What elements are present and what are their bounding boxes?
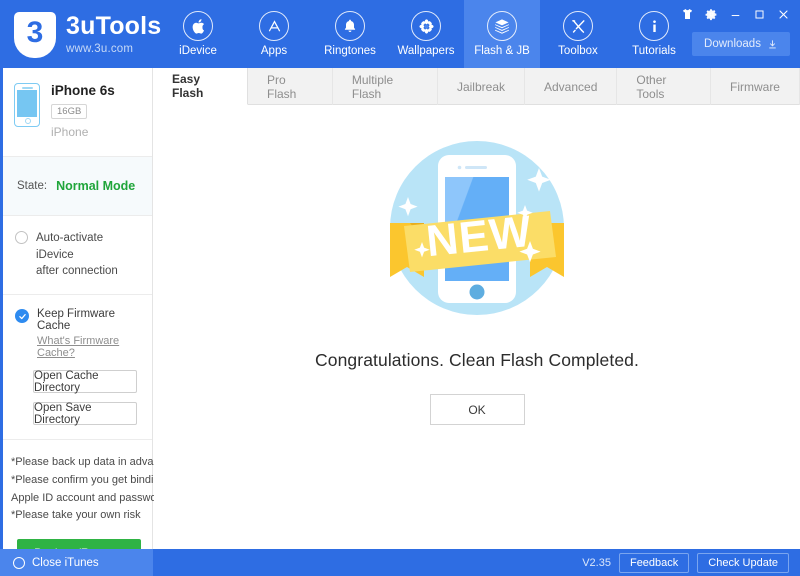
gear-icon[interactable] [700, 4, 722, 24]
open-cache-directory-button[interactable]: Open Cache Directory [33, 369, 137, 394]
downloads-label: Downloads [704, 38, 761, 50]
app-header: 3 3uTools www.3u.com iDevice Apps Ringto… [0, 0, 800, 68]
maximize-icon[interactable] [748, 4, 770, 24]
nav-item-toolbox[interactable]: Toolbox [540, 0, 616, 68]
tab-label: Jailbreak [456, 79, 505, 94]
tshirt-icon[interactable] [676, 4, 698, 24]
openbox-icon [487, 11, 517, 41]
button-label: Open Cache Directory [34, 369, 99, 394]
warning-line: *Please take your own risk [11, 509, 141, 522]
tab-label: Firmware [729, 79, 780, 94]
device-capacity-badge: 16GB [51, 104, 88, 119]
tab-label: Advanced [544, 79, 598, 94]
minimize-icon[interactable] [724, 4, 746, 24]
nav-label: Apps [260, 45, 288, 57]
download-icon [769, 39, 776, 48]
button-label: Open Save Directory [34, 401, 92, 426]
nav-label: Ringtones [324, 45, 376, 57]
shield-logo-icon: 3 [14, 12, 56, 58]
tab-bar: Easy Flash Pro Flash Multiple Flash Jail… [153, 68, 800, 105]
tools-icon [563, 11, 593, 41]
nav-item-apps[interactable]: Apps [236, 0, 312, 68]
logo-glyph: 3 [26, 16, 44, 49]
iphone-icon [14, 83, 40, 127]
nav-item-ringtones[interactable]: Ringtones [312, 0, 388, 68]
device-type: iPhone [51, 125, 89, 139]
tab-multiple-flash[interactable]: Multiple Flash [333, 68, 438, 105]
state-label: State: [17, 180, 48, 192]
feedback-button[interactable]: Feedback [618, 552, 690, 573]
main-nav: iDevice Apps Ringtones Wallpapers Flash … [160, 0, 692, 68]
nav-label: Tutorials [632, 45, 676, 57]
device-state: State: Normal Mode [3, 157, 152, 216]
tab-label: Other Tools [636, 72, 667, 101]
button-label: Check Update [708, 556, 778, 569]
firmware-cache-section: Keep Firmware Cache What's Firmware Cach… [3, 295, 152, 441]
whats-firmware-cache-link[interactable]: What's Firmware Cache? [37, 335, 142, 359]
tab-label: Pro Flash [267, 72, 297, 101]
ok-button[interactable]: OK [429, 394, 525, 425]
new-phone-badge-illustration: NEW [372, 123, 582, 333]
check-update-button[interactable]: Check Update [697, 552, 789, 573]
tab-other-tools[interactable]: Other Tools [617, 68, 711, 105]
warning-line: Apple ID account and password [11, 491, 167, 504]
device-name: iPhone 6s [51, 83, 115, 98]
version-label: V2.35 [582, 556, 611, 569]
close-itunes-option[interactable]: Close iTunes [0, 549, 153, 576]
open-save-directory-button[interactable]: Open Save Directory [33, 401, 137, 426]
sidebar: iPhone 6s 16GB iPhone State: Normal Mode… [0, 68, 172, 568]
auto-activate-label-line2: after connection [36, 265, 118, 278]
brand-logo: 3 3uTools www.3u.com [14, 12, 161, 58]
auto-activate-radio[interactable] [15, 231, 28, 244]
downloads-button[interactable]: Downloads [692, 32, 790, 56]
status-bar: Close iTunes V2.35 Feedback Check Update [0, 549, 800, 576]
close-icon[interactable] [772, 4, 794, 24]
device-summary[interactable]: iPhone 6s 16GB iPhone [3, 68, 152, 157]
flower-icon [411, 11, 441, 41]
tab-advanced[interactable]: Advanced [525, 68, 618, 105]
main-content: NEW Congratulations. Clean Flash Complet… [154, 105, 800, 549]
nav-label: Wallpapers [397, 45, 455, 57]
nav-label: iDevice [179, 45, 217, 57]
completion-message: Congratulations. Clean Flash Completed. [315, 350, 639, 370]
info-icon [639, 11, 669, 41]
nav-item-idevice[interactable]: iDevice [160, 0, 236, 68]
window-controls [676, 4, 794, 24]
bell-icon [335, 11, 365, 41]
brand-url: www.3u.com [66, 43, 134, 56]
tab-label: Easy Flash [172, 72, 204, 100]
nav-item-wallpapers[interactable]: Wallpapers [388, 0, 464, 68]
warning-line: *Please confirm you get binding [11, 473, 166, 486]
tab-pro-flash[interactable]: Pro Flash [248, 68, 333, 105]
close-itunes-label: Close iTunes [32, 556, 99, 569]
tab-easy-flash[interactable]: Easy Flash [153, 68, 248, 105]
apple-icon [183, 11, 213, 41]
appstore-icon [259, 11, 289, 41]
tab-label: Multiple Flash [351, 72, 394, 101]
brand-name: 3uTools [66, 12, 162, 41]
keep-firmware-cache-label: Keep Firmware Cache [37, 308, 115, 333]
warning-line: *Please back up data in advance [11, 456, 172, 469]
tab-jailbreak[interactable]: Jailbreak [438, 68, 525, 105]
nav-label: Toolbox [558, 45, 598, 57]
app-window: 3 3uTools www.3u.com iDevice Apps Ringto… [0, 0, 800, 576]
nav-label: Flash & JB [474, 45, 530, 57]
auto-activate-label-line1: Auto-activate iDevice [36, 232, 104, 261]
auto-activate-option[interactable]: Auto-activate iDevice after connection [3, 216, 152, 296]
close-itunes-radio[interactable] [13, 556, 25, 569]
button-label: Feedback [629, 556, 679, 569]
tab-firmware[interactable]: Firmware [711, 68, 800, 105]
nav-item-flash-and-jb[interactable]: Flash & JB [464, 0, 540, 68]
button-label: OK [468, 402, 486, 417]
keep-firmware-cache-checkbox[interactable] [15, 309, 29, 324]
state-value: Normal Mode [56, 179, 136, 193]
